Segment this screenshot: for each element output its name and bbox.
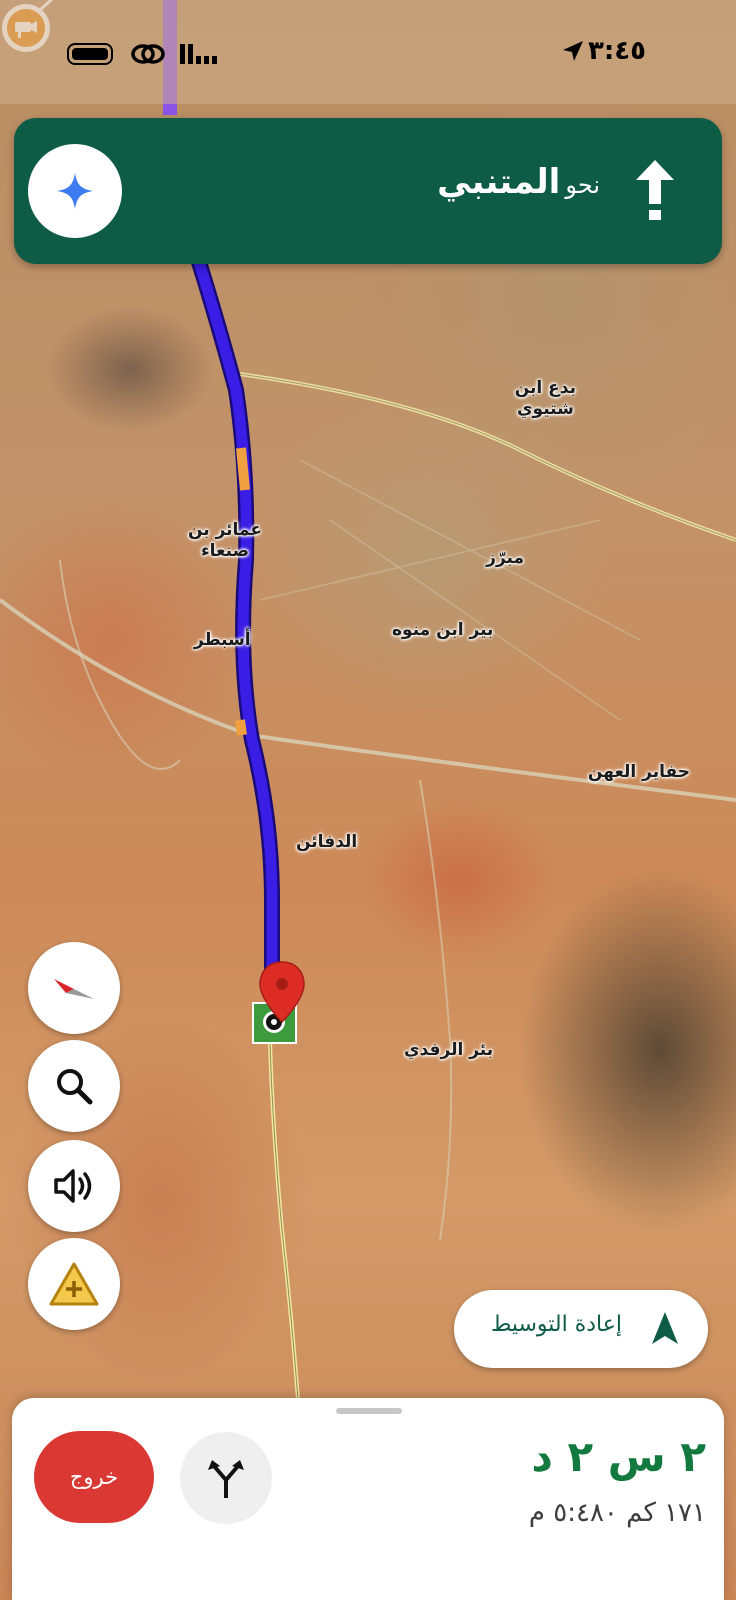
compass-button[interactable]: [28, 942, 120, 1034]
place-label-mabraz[interactable]: مبرّز: [486, 548, 524, 569]
direction-text: نحو المتنبي: [437, 162, 600, 202]
recenter-label: إعادة التوسيط: [490, 1312, 622, 1337]
navigation-banner[interactable]: نحو المتنبي: [14, 118, 722, 264]
sound-button[interactable]: [28, 1140, 120, 1232]
link-icon: [131, 44, 165, 64]
assistant-button[interactable]: [28, 144, 122, 238]
direction-preposition: نحو: [565, 171, 600, 199]
search-button[interactable]: [28, 1040, 120, 1132]
navigation-arrow-icon: [652, 1312, 678, 1344]
compass-icon: [54, 979, 94, 999]
exit-label: خروج: [69, 1465, 119, 1489]
place-label-asbatar[interactable]: أسبطر: [194, 630, 251, 651]
warning-add-icon: [49, 1262, 99, 1306]
place-label-hafayer[interactable]: حفاير العهن: [588, 762, 690, 783]
signal-icon: [180, 44, 217, 64]
street-name: المتنبي: [437, 162, 561, 202]
location-arrow-icon: [563, 41, 583, 61]
recenter-button[interactable]: إعادة التوسيط: [454, 1290, 708, 1368]
status-time: ٣:٤٥: [587, 36, 646, 66]
eta-duration: ٢ س ٢ د: [531, 1432, 706, 1481]
arrow-up-icon: [636, 160, 674, 220]
sparkle-icon: [57, 173, 93, 209]
status-bar: ٣:٤٥: [0, 0, 736, 104]
search-icon: [57, 1069, 93, 1105]
trip-distance-arrival: ١٧١ كم ٥:٤٨٠ م: [528, 1498, 706, 1528]
alternate-routes-button[interactable]: [180, 1432, 272, 1524]
place-label-badi[interactable]: بدع ابن شتيوي: [515, 378, 576, 421]
exit-button[interactable]: خروج: [34, 1431, 154, 1523]
place-label-bir-ibn-manwa[interactable]: بير ابن منوه: [392, 620, 493, 641]
battery-icon: [67, 43, 113, 65]
trip-summary-sheet[interactable]: خروج ٢ س ٢ د ١٧١ كم ٥:٤٨٠ م: [12, 1398, 724, 1600]
fork-routes-icon: [208, 1460, 244, 1498]
place-label-amair[interactable]: عمائر بن صنعاء: [188, 520, 262, 563]
place-label-aldafaen[interactable]: الدفائن: [296, 832, 357, 853]
speaker-icon: [54, 1169, 92, 1203]
sheet-drag-handle[interactable]: [336, 1408, 402, 1414]
place-label-bir-alrafdi[interactable]: بئر الرفدي: [404, 1040, 493, 1061]
report-incident-button[interactable]: [28, 1238, 120, 1330]
